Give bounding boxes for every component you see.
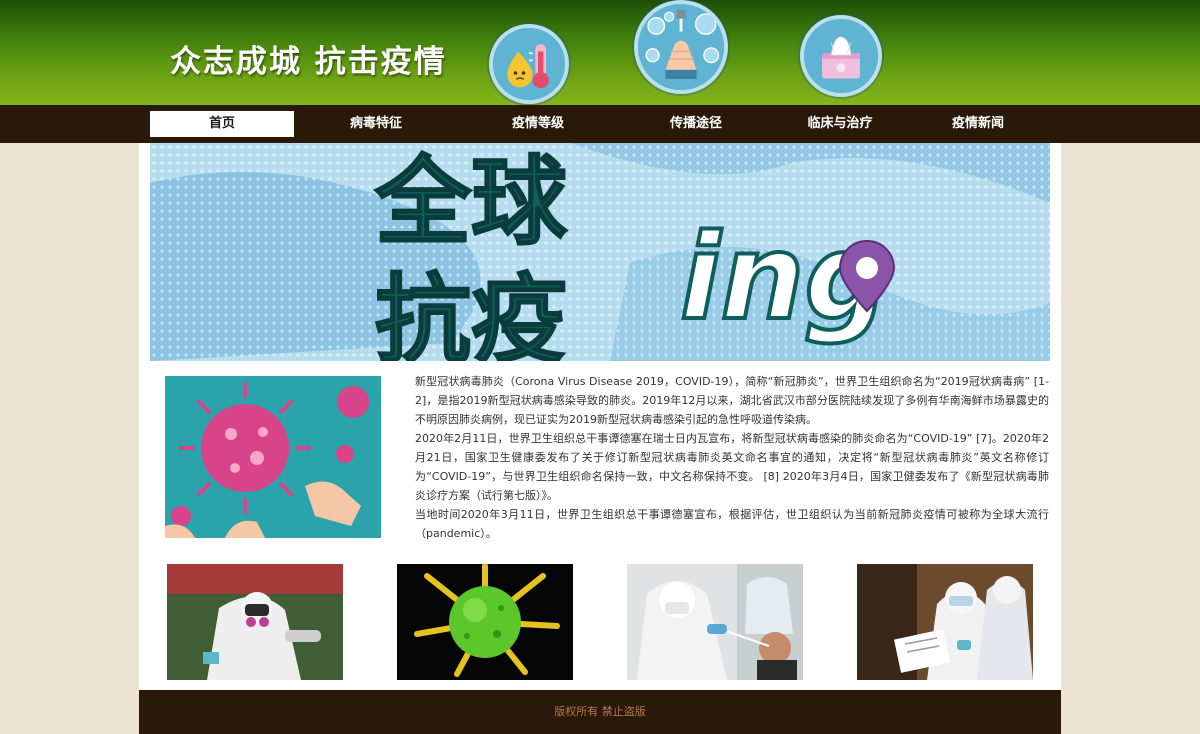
thermometer-droplet-icon [489, 24, 569, 104]
article-paragraph-2: 2020年2月11日，世界卫生组织总干事谭德塞在瑞士日内瓦宣布，将新型冠状病毒感… [415, 432, 1049, 502]
virus-illustration [165, 376, 381, 538]
main-content: 全球 抗疫 ing 新型冠状病毒肺炎（Corona Virus Disease … [139, 143, 1061, 690]
site-footer: 版权所有 禁止盗版 [139, 690, 1061, 734]
banner-text-line2: 抗疫 [375, 264, 567, 361]
hero-banner: 全球 抗疫 ing [150, 143, 1050, 361]
thumbnail-swab-test[interactable] [627, 564, 803, 680]
site-header: 众志成城 抗击疫情 [0, 0, 1200, 105]
thumbnail-medical-staff[interactable] [857, 564, 1033, 680]
nav-item-home[interactable]: 首页 [150, 111, 294, 137]
tissue-box-icon [800, 15, 882, 97]
thumbnail-hazmat-worker[interactable] [167, 564, 343, 680]
article-text: 新型冠状病毒肺炎（Corona Virus Disease 2019，COVID… [415, 372, 1049, 543]
copyright-text: 版权所有 禁止盗版 [554, 705, 646, 718]
nav-item-transmission[interactable]: 传播途径 [624, 111, 768, 137]
article-paragraph-3: 当地时间2020年3月11日，世界卫生组织总干事谭德塞宣布，根据评估，世卫组织认… [415, 508, 1049, 540]
banner-text-line1: 全球 [374, 146, 568, 258]
nav-item-clinical-treatment[interactable]: 临床与治疗 [768, 111, 912, 137]
nav-item-virus-features[interactable]: 病毒特征 [304, 111, 448, 137]
thumbnail-green-virus[interactable] [397, 564, 573, 680]
nav-item-epidemic-level[interactable]: 疫情等级 [466, 111, 610, 137]
article-paragraph-1: 新型冠状病毒肺炎（Corona Virus Disease 2019，COVID… [415, 375, 1049, 426]
hand-washing-icon [634, 0, 728, 94]
nav-item-epidemic-news[interactable]: 疫情新闻 [906, 111, 1050, 137]
site-title: 众志成城 抗击疫情 [170, 44, 447, 80]
main-nav: 首页 病毒特征 疫情等级 传播途径 临床与治疗 疫情新闻 [0, 105, 1200, 143]
